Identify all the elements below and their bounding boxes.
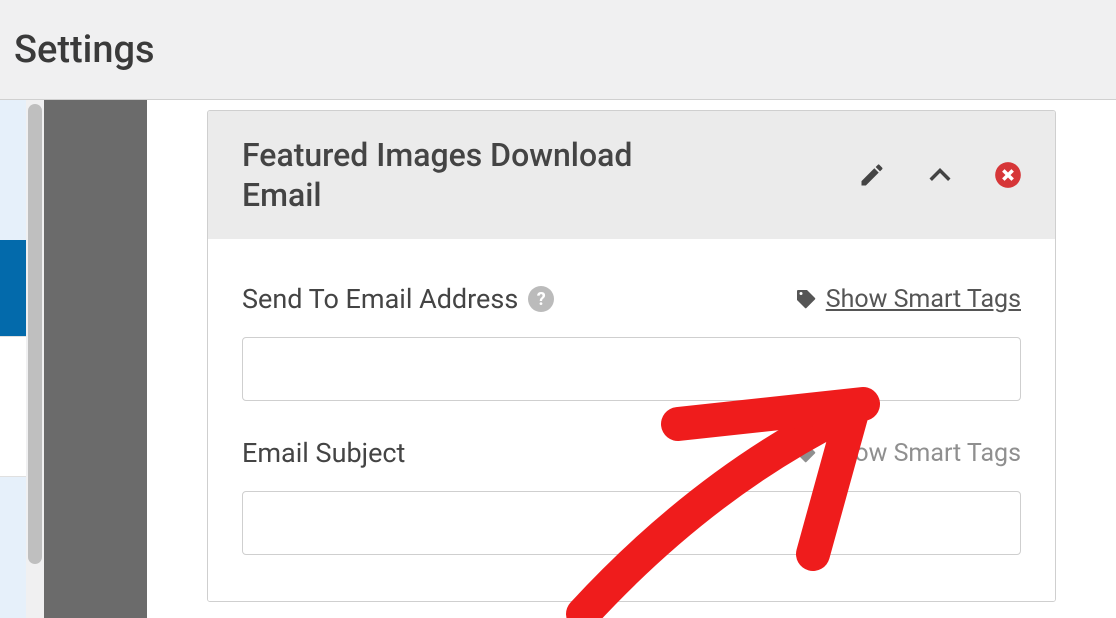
send-to-label: Send To Email Address (242, 283, 518, 315)
send-to-input[interactable] (242, 337, 1021, 401)
send-to-field: Send To Email Address ? Show Smart Tags (242, 283, 1021, 401)
chevron-up-icon (926, 161, 954, 189)
page-title: Settings (14, 28, 155, 72)
delete-button[interactable] (991, 158, 1025, 192)
subject-label: Email Subject (242, 437, 405, 469)
field-label-wrap: Email Subject (242, 437, 405, 469)
field-header-row: Email Subject Show Smart Tags (242, 437, 1021, 469)
tag-icon (794, 441, 818, 465)
collapse-button[interactable] (923, 158, 957, 192)
pencil-icon (858, 161, 886, 189)
scrollbar-thumb[interactable] (28, 104, 42, 564)
subject-field: Email Subject Show Smart Tags (242, 437, 1021, 555)
sidebar-segment (0, 336, 26, 476)
subject-input[interactable] (242, 491, 1021, 555)
sidebar-segment (0, 100, 26, 240)
close-circle-icon (994, 161, 1022, 189)
smart-tags-label: Show Smart Tags (826, 439, 1021, 468)
vertical-scrollbar[interactable] (26, 100, 44, 618)
smart-tags-label: Show Smart Tags (826, 285, 1021, 314)
sidebar-segment-active[interactable] (0, 240, 26, 336)
tag-icon (794, 287, 818, 311)
card-header: Featured Images Download Email (208, 111, 1055, 239)
field-header-row: Send To Email Address ? Show Smart Tags (242, 283, 1021, 315)
field-label-wrap: Send To Email Address ? (242, 283, 554, 315)
sidebar-sliver (0, 100, 26, 618)
help-icon[interactable]: ? (528, 286, 554, 312)
top-bar: Settings (0, 0, 1116, 100)
settings-content: Featured Images Download Email (147, 100, 1116, 618)
show-smart-tags-link[interactable]: Show Smart Tags (794, 285, 1021, 314)
show-smart-tags-link[interactable]: Show Smart Tags (794, 439, 1021, 468)
card-actions (855, 158, 1025, 192)
main-area: Featured Images Download Email (0, 100, 1116, 618)
edit-button[interactable] (855, 158, 889, 192)
card-body: Send To Email Address ? Show Smart Tags (208, 239, 1055, 601)
sidebar-segment (0, 476, 26, 618)
panel-gutter (44, 100, 147, 618)
card-title: Featured Images Download Email (242, 135, 662, 215)
notification-card: Featured Images Download Email (207, 110, 1056, 602)
